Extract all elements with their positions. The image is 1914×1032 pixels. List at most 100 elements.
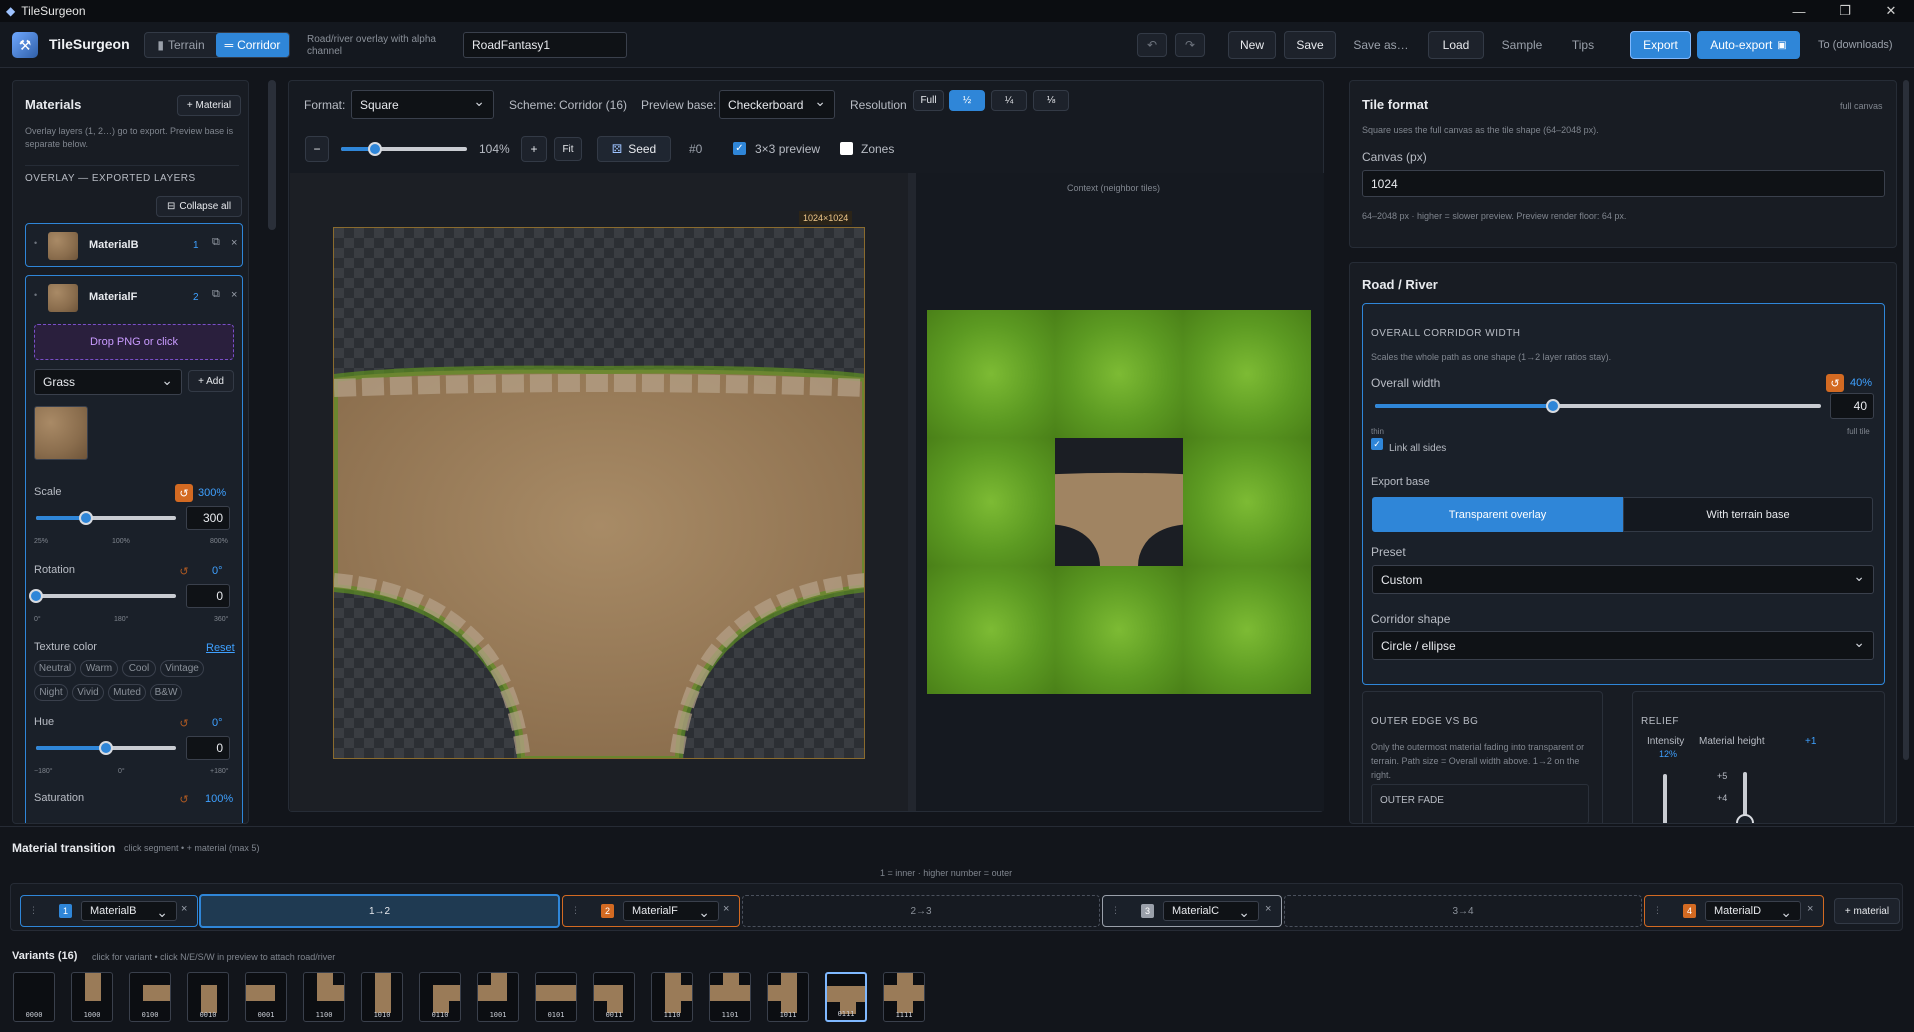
variant-tile[interactable]: 1010 [361,972,403,1022]
remove-stop-icon[interactable]: × [1807,903,1813,915]
variant-tile[interactable]: 1100 [303,972,345,1022]
resolution-quarter-button[interactable]: ¼ [991,90,1027,111]
duplicate-icon[interactable]: ⧉ [212,236,220,249]
save-button[interactable]: Save [1284,31,1336,59]
variant-tile[interactable]: 1110 [651,972,693,1022]
auto-export-button[interactable]: Auto-export ▣ [1697,31,1800,59]
rotation-input[interactable]: 0 [186,584,230,608]
save-as-button[interactable]: Save as… [1346,31,1416,59]
minimize-button[interactable]: — [1776,0,1822,22]
export-destination[interactable]: To (downloads) [1818,39,1893,51]
with-terrain-button[interactable]: With terrain base [1623,497,1873,532]
zoom-slider[interactable] [341,142,467,156]
remove-layer-icon[interactable]: × [231,237,237,249]
drag-handle-icon[interactable]: • [34,290,37,300]
project-name-input[interactable]: RoadFantasy1 [463,32,627,58]
redo-button[interactable]: ↷ [1175,33,1205,57]
drag-handle-icon[interactable]: ⋮ [29,905,38,916]
format-select[interactable]: Square [351,90,494,119]
variant-tile[interactable]: 1000 [71,972,113,1022]
transition-stop[interactable]: ⋮ 1 MaterialB × [20,895,198,927]
height-slider-knob[interactable] [1736,814,1754,823]
drag-handle-icon[interactable]: ⋮ [1111,905,1120,916]
corridor-shape-select[interactable]: Circle / ellipse [1372,631,1874,660]
preview3x3-checkbox[interactable]: ✓ [733,142,746,155]
hue-slider[interactable] [36,741,176,755]
layer-card[interactable]: • MaterialB 1 ⧉ × [25,223,243,267]
color-chip-vintage[interactable]: Vintage [160,660,204,677]
add-transition-material-button[interactable]: + material [1834,898,1900,924]
stop-material-select[interactable]: MaterialC [1163,901,1259,921]
variant-tile[interactable]: 0001 [245,972,287,1022]
color-chip-muted[interactable]: Muted [108,684,146,701]
color-chip-night[interactable]: Night [34,684,68,701]
variant-tile[interactable]: 0000 [13,972,55,1022]
color-chip-bw[interactable]: B&W [150,684,182,701]
tile-canvas[interactable] [333,227,865,759]
new-button[interactable]: New [1228,31,1276,59]
drag-handle-icon[interactable]: • [34,238,37,248]
variant-tile[interactable]: 1001 [477,972,519,1022]
link-sides-checkbox[interactable]: ✓ [1371,438,1383,450]
color-chip-cool[interactable]: Cool [122,660,156,677]
variant-tile[interactable]: 1101 [709,972,751,1022]
add-material-button[interactable]: + Material [177,95,241,116]
variant-tile[interactable]: 0011 [593,972,635,1022]
fit-button[interactable]: Fit [554,137,582,161]
remove-layer-icon[interactable]: × [231,289,237,301]
variant-tile[interactable]: 0111 [825,972,867,1022]
transparent-overlay-button[interactable]: Transparent overlay [1372,497,1623,532]
stop-material-select[interactable]: MaterialD [1705,901,1801,921]
drop-zone[interactable]: Drop PNG or click [34,324,234,360]
duplicate-icon[interactable]: ⧉ [212,288,220,301]
transition-stop[interactable]: ⋮ 2 MaterialF × [562,895,740,927]
collapse-all-button[interactable]: ⊟ Collapse all [156,196,242,217]
color-chip-neutral[interactable]: Neutral [34,660,76,677]
resolution-full-button[interactable]: Full [913,90,944,111]
intensity-slider[interactable] [1663,774,1667,823]
mode-corridor-button[interactable]: ═ Corridor [216,33,289,57]
remove-stop-icon[interactable]: × [723,903,729,915]
transition-segment[interactable]: 3→4 [1284,895,1642,927]
scale-input[interactable]: 300 [186,506,230,530]
reset-color-link[interactable]: Reset [206,642,235,654]
maximize-button[interactable]: ❐ [1822,0,1868,22]
remove-stop-icon[interactable]: × [181,903,187,915]
close-window-button[interactable]: ✕ [1868,0,1914,22]
preview-base-select[interactable]: Checkerboard [719,90,835,119]
rotation-slider[interactable] [29,589,176,603]
variant-tile[interactable]: 0010 [187,972,229,1022]
variant-tile[interactable]: 1111 [883,972,925,1022]
variant-tile[interactable]: 0101 [535,972,577,1022]
undo-button[interactable]: ↶ [1137,33,1167,57]
drag-handle-icon[interactable]: ⋮ [571,905,580,916]
reset-width-icon[interactable]: ↺ [1826,374,1844,392]
scale-slider[interactable] [36,511,176,525]
transition-stop[interactable]: ⋮ 3 MaterialC × [1102,895,1282,927]
seed-button[interactable]: ⚄ Seed [597,136,671,162]
add-texture-button[interactable]: + Add [188,370,234,392]
color-chip-warm[interactable]: Warm [80,660,118,677]
export-button[interactable]: Export [1630,31,1691,59]
reset-scale-icon[interactable]: ↺ [175,484,193,502]
variant-tile[interactable]: 0110 [419,972,461,1022]
tips-button[interactable]: Tips [1558,31,1608,59]
sample-button[interactable]: Sample [1492,31,1552,59]
stop-material-select[interactable]: MaterialB [81,901,177,921]
variant-tile[interactable]: 0100 [129,972,171,1022]
zoom-out-button[interactable]: − [305,136,329,162]
drag-handle-icon[interactable]: ⋮ [1653,905,1662,916]
overall-width-slider[interactable] [1375,399,1821,413]
transition-segment[interactable]: 1→2 [199,894,560,928]
remove-stop-icon[interactable]: × [1265,903,1271,915]
transition-stop[interactable]: ⋮ 4 MaterialD × [1644,895,1824,927]
mode-terrain-button[interactable]: ▮ Terrain [146,34,216,56]
zones-checkbox[interactable] [840,142,853,155]
zoom-in-button[interactable]: + [521,136,547,162]
left-scrollbar[interactable] [268,80,276,230]
reset-rotation-icon[interactable]: ↺ [175,562,193,580]
right-scrollbar[interactable] [1903,80,1909,760]
transition-segment[interactable]: 2→3 [742,895,1100,927]
reset-saturation-icon[interactable]: ↺ [175,790,193,808]
texture-select[interactable]: Grass [34,369,182,395]
